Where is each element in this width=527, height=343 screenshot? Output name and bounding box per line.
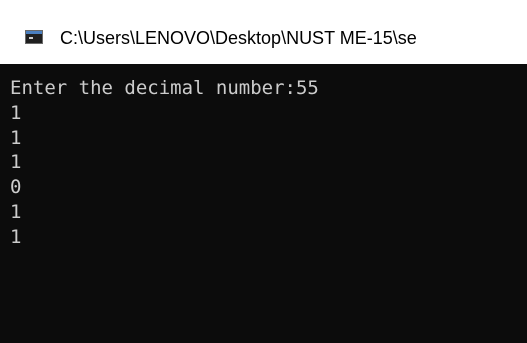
icon-title-strip [26,31,42,34]
console-prompt-line: Enter the decimal number:55 [10,77,319,99]
title-bar[interactable]: C:\Users\LENOVO\Desktop\NUST ME-15\se [0,0,527,64]
console-output-line: 1 [10,225,22,248]
console-output[interactable]: Enter the decimal number:55 1 1 1 0 1 1 [10,76,527,343]
console-output-line: 1 [10,126,22,149]
console-app-icon[interactable] [25,30,43,44]
console-window: C:\Users\LENOVO\Desktop\NUST ME-15\se En… [0,0,527,343]
console-output-line: 1 [10,151,22,174]
console-output-line: 1 [10,101,22,124]
window-title: C:\Users\LENOVO\Desktop\NUST ME-15\se [60,28,417,48]
console-output-line: 1 [10,200,22,223]
console-output-line: 0 [10,176,22,199]
icon-prompt-mark [29,37,33,39]
